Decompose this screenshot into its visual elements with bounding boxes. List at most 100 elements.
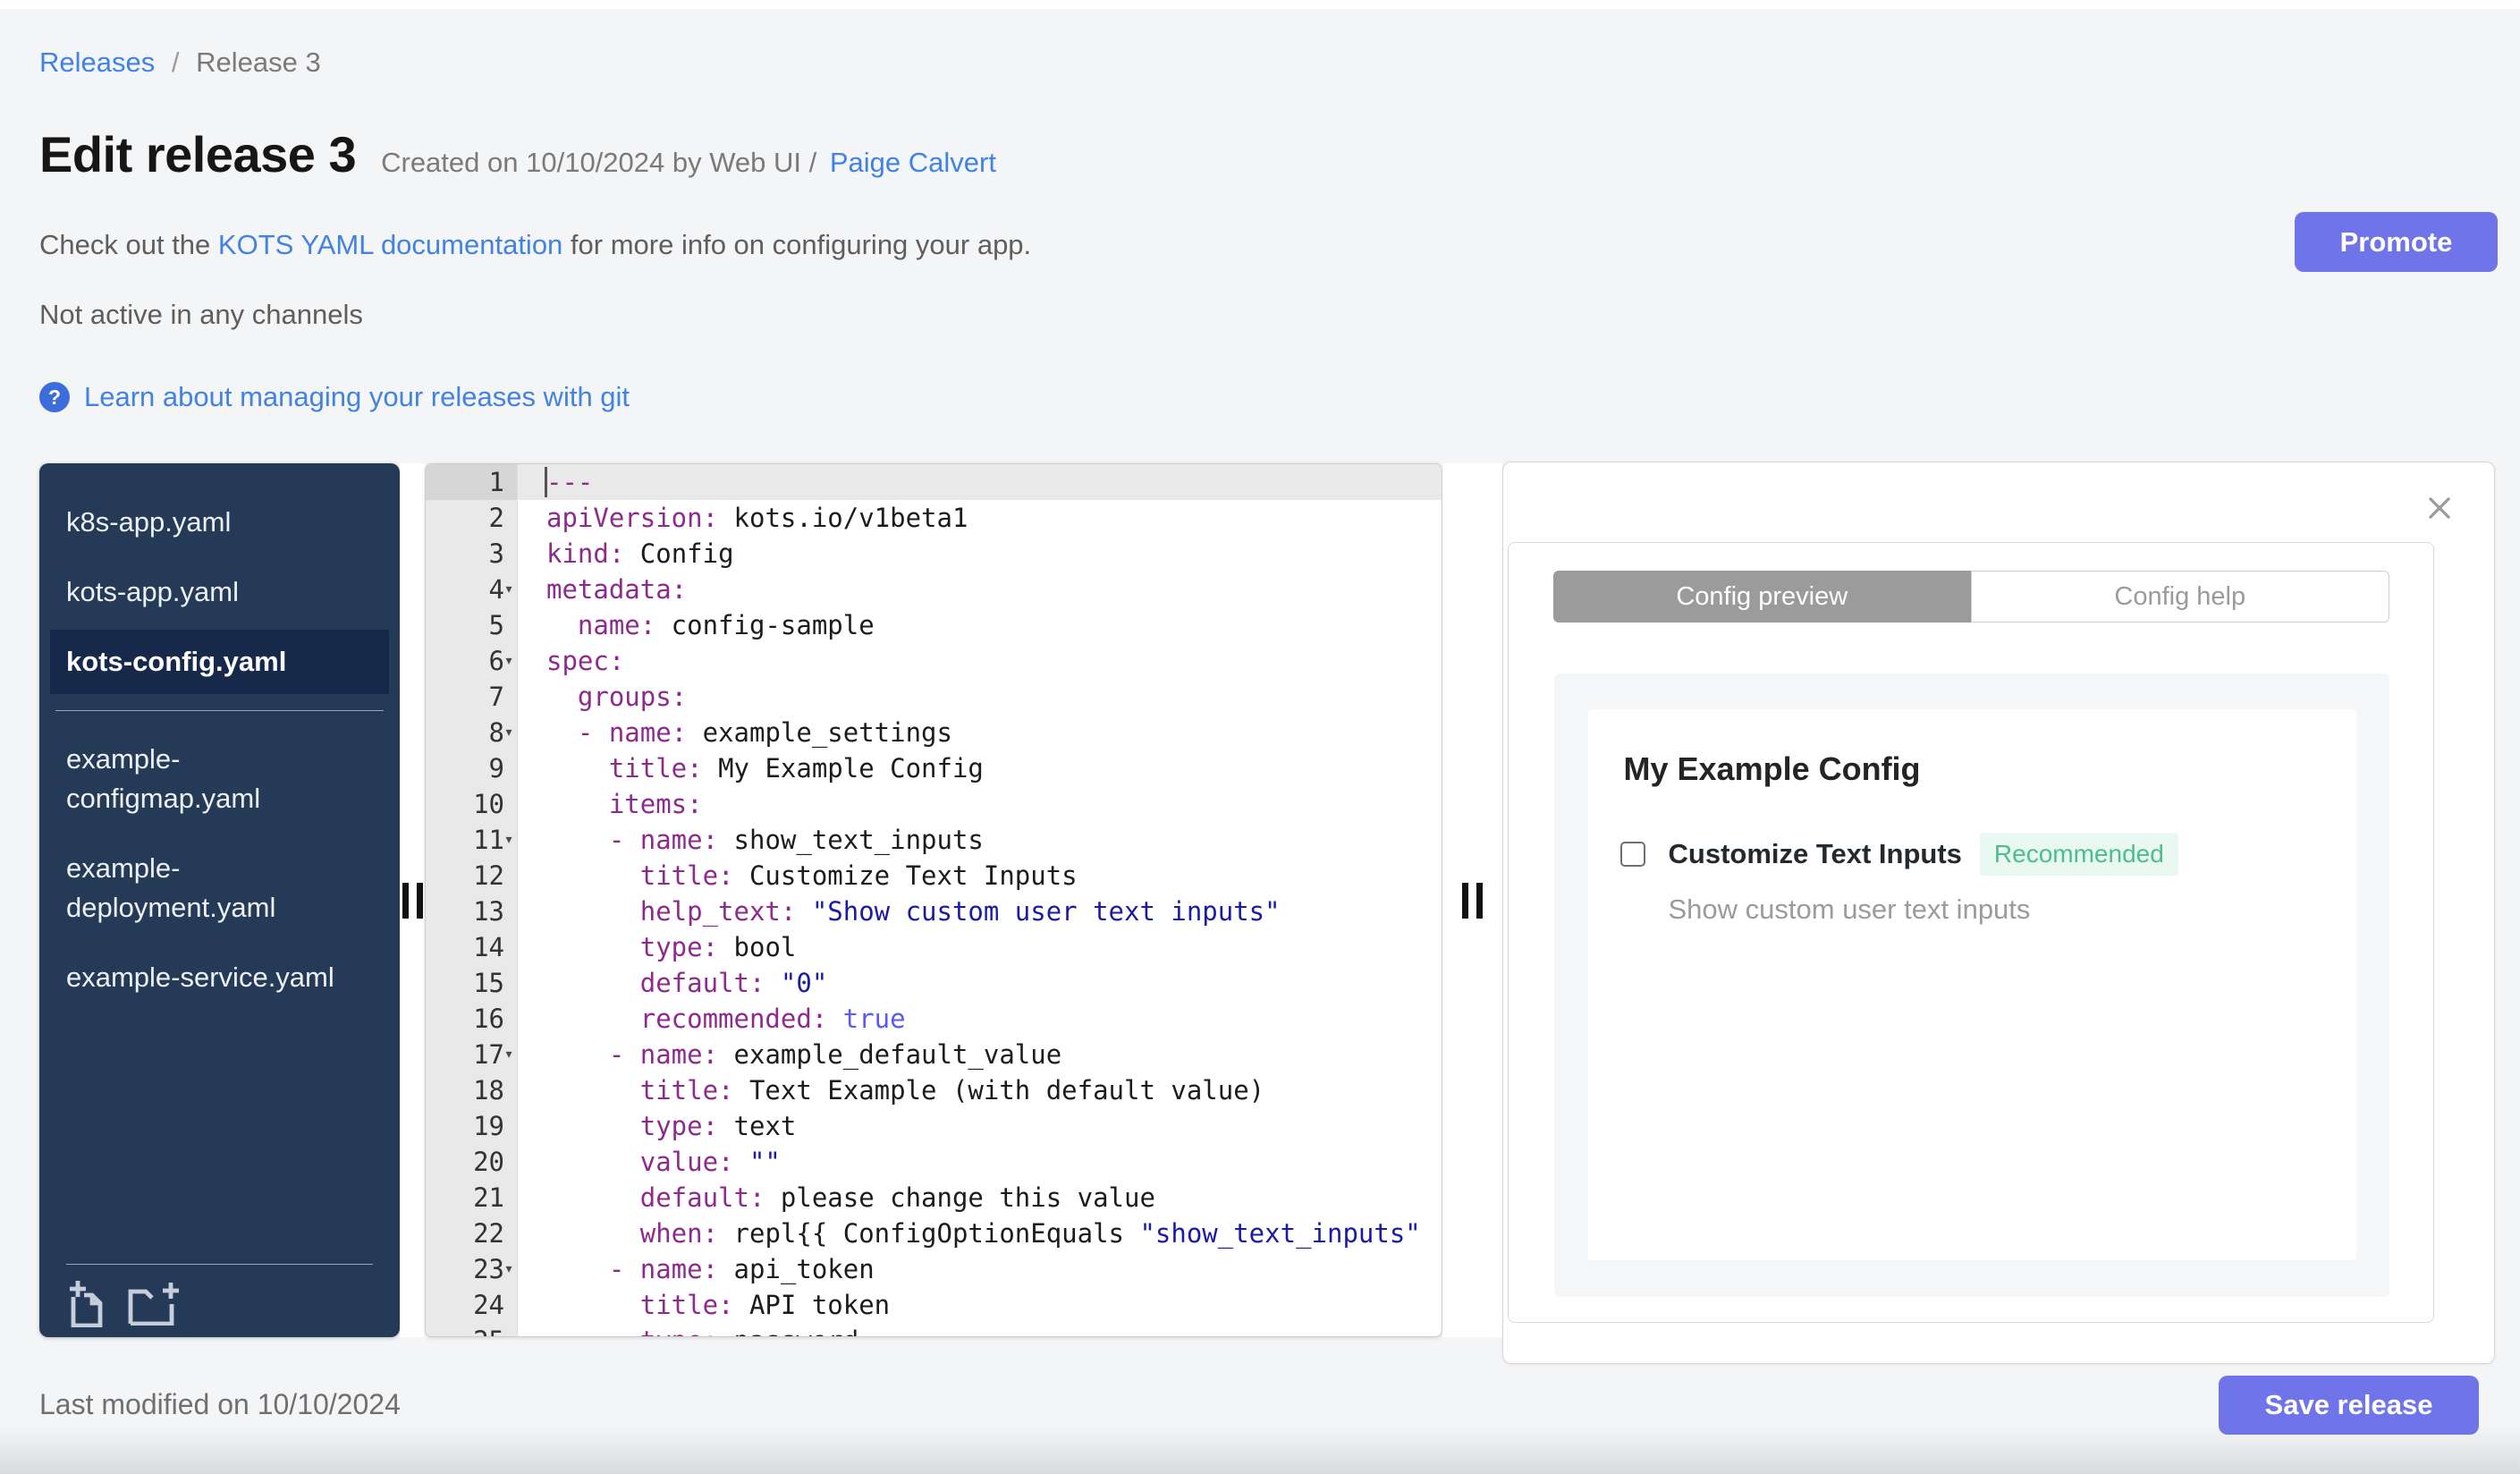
last-modified: Last modified on 10/10/2024	[39, 1388, 401, 1420]
code-row-21: 21 default: please change this value	[426, 1180, 1442, 1216]
code-line[interactable]: title: Customize Text Inputs	[518, 858, 1442, 894]
code-line[interactable]: type: bool	[518, 929, 1442, 965]
splitter-left[interactable]	[400, 463, 425, 1337]
code-line[interactable]: name: config-sample	[518, 607, 1442, 643]
code-line[interactable]: title: Text Example (with default value)	[518, 1072, 1442, 1108]
top-strip	[0, 0, 2520, 9]
config-preview-content: My Example Config Customize Text Inputs …	[1554, 673, 2389, 1297]
recommended-badge: Recommended	[1979, 833, 2178, 876]
code-line[interactable]: type: password	[518, 1323, 1442, 1336]
breadcrumb-current: Release 3	[196, 47, 321, 78]
code-line[interactable]: recommended: true	[518, 1001, 1442, 1037]
code-line[interactable]: help_text: "Show custom user text inputs…	[518, 894, 1442, 929]
gutter-line-number: 10	[426, 786, 518, 822]
code-line[interactable]: default: please change this value	[518, 1180, 1442, 1216]
docs-line: Check out the KOTS YAML documentation fo…	[39, 229, 1031, 261]
code-row-1: 1 ---	[426, 464, 1442, 500]
code-line[interactable]: spec:	[518, 643, 1442, 679]
code-row-22: 22 when: repl{{ ConfigOptionEquals "show…	[426, 1216, 1442, 1251]
code-line[interactable]: - name: show_text_inputs	[518, 822, 1442, 858]
file-item-kots-app.yaml[interactable]: kots-app.yaml	[50, 560, 389, 624]
author-link[interactable]: Paige Calvert	[830, 147, 996, 178]
close-icon[interactable]	[2423, 491, 2457, 528]
gutter-line-number: 13	[426, 894, 518, 929]
code-row-6: 6 ▾ spec:	[426, 643, 1442, 679]
gutter-line-number: 21	[426, 1180, 518, 1216]
add-file-icon	[70, 1280, 103, 1327]
promote-button[interactable]: Promote	[2295, 212, 2498, 272]
fold-arrow-icon[interactable]: ▾	[500, 715, 518, 750]
code-row-18: 18 title: Text Example (with default val…	[426, 1072, 1442, 1108]
file-item-k8s-app.yaml[interactable]: k8s-app.yaml	[50, 490, 389, 555]
docs-prefix: Check out the	[39, 229, 218, 260]
tab-config-help[interactable]: Config help	[1971, 571, 2389, 623]
fold-arrow-icon[interactable]: ▾	[500, 643, 518, 679]
code-row-15: 15 default: "0"	[426, 965, 1442, 1001]
code-row-9: 9 title: My Example Config	[426, 750, 1442, 786]
code-line[interactable]: apiVersion: kots.io/v1beta1	[518, 500, 1442, 536]
checkbox-label: Customize Text Inputs	[1668, 838, 1962, 869]
checkbox-help-text: Show custom user text inputs	[1668, 894, 2031, 925]
code-row-14: 14 type: bool	[426, 929, 1442, 965]
file-list: k8s-app.yaml kots-app.yaml kots-config.yam…	[39, 463, 400, 1010]
fold-arrow-icon[interactable]: ▾	[500, 822, 518, 858]
code-row-13: 13 help_text: "Show custom user text inp…	[426, 894, 1442, 929]
code-rows: 1 --- 2 apiVersion: kots.io/v1beta1 3 kind: C…	[426, 464, 1442, 1336]
code-line[interactable]: type: text	[518, 1108, 1442, 1144]
fold-arrow-icon[interactable]: ▾	[500, 1251, 518, 1287]
gutter-line-number: 19	[426, 1108, 518, 1144]
code-row-17: 17 ▾ - name: example_default_value	[426, 1037, 1442, 1072]
code-row-16: 16 recommended: true	[426, 1001, 1442, 1037]
code-line[interactable]: kind: Config	[518, 536, 1442, 572]
file-item-example-service.yaml[interactable]: example-service.yaml	[50, 945, 389, 1010]
code-line[interactable]: - name: api_token	[518, 1251, 1442, 1287]
page-title: Edit release 3	[39, 126, 357, 182]
config-tabs: Config preview Config help	[1552, 571, 2389, 623]
channel-status: Not active in any channels	[39, 299, 363, 330]
code-row-12: 12 title: Customize Text Inputs	[426, 858, 1442, 894]
breadcrumb: Releases / Release 3	[39, 47, 321, 79]
code-editor[interactable]: 1 --- 2 apiVersion: kots.io/v1beta1 3 kind: C…	[425, 463, 1442, 1337]
created-text: Created on 10/10/2024 by Web UI / Paige …	[381, 147, 996, 179]
code-line[interactable]: title: My Example Config	[518, 750, 1442, 786]
breadcrumb-releases-link[interactable]: Releases	[39, 47, 155, 78]
gutter-line-number: 6 ▾	[426, 643, 518, 679]
code-line[interactable]: ---	[518, 464, 1442, 500]
splitter-right[interactable]	[1442, 463, 1502, 1337]
customize-text-inputs-checkbox[interactable]	[1619, 842, 1645, 867]
code-line[interactable]: when: repl{{ ConfigOptionEquals "show_te…	[518, 1216, 1442, 1251]
code-line[interactable]: title: API token	[518, 1287, 1442, 1323]
code-line[interactable]: default: "0"	[518, 965, 1442, 1001]
file-item-example-deployment.yaml[interactable]: example-deployment.yaml	[50, 836, 389, 940]
code-row-3: 3 kind: Config	[426, 536, 1442, 572]
code-line[interactable]: - name: example_settings	[518, 715, 1442, 750]
code-line[interactable]: groups:	[518, 679, 1442, 715]
gutter-line-number: 8 ▾	[426, 715, 518, 750]
code-line[interactable]: metadata:	[518, 572, 1442, 607]
code-line[interactable]: value: ""	[518, 1144, 1442, 1180]
gutter-line-number: 2	[426, 500, 518, 536]
tab-config-preview[interactable]: Config preview	[1552, 571, 1971, 623]
git-learn-link[interactable]: Learn about managing your releases with …	[84, 381, 630, 413]
kots-docs-link[interactable]: KOTS YAML documentation	[218, 229, 562, 260]
title-row: Edit release 3 Created on 10/10/2024 by …	[39, 125, 996, 183]
file-item-example-configmap.yaml[interactable]: example-configmap.yaml	[50, 727, 389, 831]
save-release-button[interactable]: Save release	[2219, 1376, 2479, 1435]
breadcrumb-separator: /	[171, 47, 180, 78]
gutter-line-number: 22	[426, 1216, 518, 1251]
gutter-line-number: 25	[426, 1323, 518, 1336]
gutter-line-number: 16	[426, 1001, 518, 1037]
code-row-24: 24 title: API token	[426, 1287, 1442, 1323]
code-line[interactable]: - name: example_default_value	[518, 1037, 1442, 1072]
gutter-line-number: 3	[426, 536, 518, 572]
gutter-line-number: 24	[426, 1287, 518, 1323]
code-line[interactable]: items:	[518, 786, 1442, 822]
file-item-kots-config.yaml[interactable]: kots-config.yaml	[50, 630, 389, 695]
add-file-button[interactable]	[66, 1279, 107, 1327]
code-row-7: 7 groups:	[426, 679, 1442, 715]
fold-arrow-icon[interactable]: ▾	[500, 572, 518, 607]
fold-arrow-icon[interactable]: ▾	[500, 1037, 518, 1072]
code-row-4: 4 ▾ metadata:	[426, 572, 1442, 607]
add-folder-icon	[128, 1282, 179, 1326]
add-folder-button[interactable]	[127, 1281, 181, 1326]
